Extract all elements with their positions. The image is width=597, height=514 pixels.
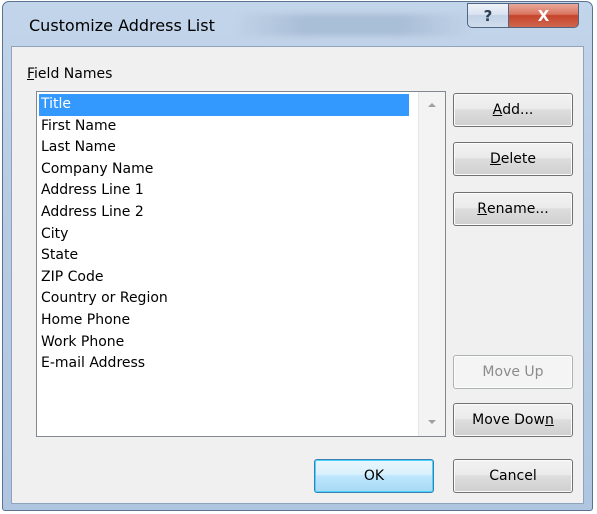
list-item[interactable]: Address Line 2 xyxy=(39,202,409,224)
field-names-listbox[interactable]: Title First Name Last Name Company Name … xyxy=(36,91,446,437)
rename-button[interactable]: Rename... xyxy=(453,192,573,226)
list-item[interactable]: Work Phone xyxy=(39,332,409,354)
move-down-label: Move Dow xyxy=(472,412,545,428)
field-names-label-mnemonic: F xyxy=(27,66,35,82)
move-up-button[interactable]: Move Up xyxy=(453,355,573,389)
add-button[interactable]: Add... xyxy=(453,93,573,127)
customize-address-list-dialog: Customize Address List ? X Field Names T… xyxy=(2,1,593,511)
cancel-button[interactable]: Cancel xyxy=(453,459,573,493)
title-bar-background xyxy=(233,14,473,36)
field-names-list: Title First Name Last Name Company Name … xyxy=(39,94,409,375)
close-icon: X xyxy=(537,6,550,25)
add-mnemonic: A xyxy=(492,102,503,118)
list-item[interactable]: Company Name xyxy=(39,159,409,181)
rename-mnemonic: R xyxy=(477,201,488,217)
rename-label: ename... xyxy=(487,201,549,217)
move-down-button[interactable]: Move Dow n xyxy=(453,403,573,437)
list-item[interactable]: First Name xyxy=(39,116,409,138)
list-item[interactable]: Address Line 1 xyxy=(39,180,409,202)
scroll-up-arrow-icon[interactable] xyxy=(428,103,436,107)
title-bar[interactable]: Customize Address List ? X xyxy=(3,2,592,46)
add-label: dd... xyxy=(502,102,534,118)
list-item[interactable]: Title xyxy=(39,94,409,116)
list-item[interactable]: Home Phone xyxy=(39,310,409,332)
list-item[interactable]: Country or Region xyxy=(39,288,409,310)
list-item[interactable]: E-mail Address xyxy=(39,353,409,375)
delete-mnemonic: D xyxy=(490,151,501,167)
list-item[interactable]: ZIP Code xyxy=(39,267,409,289)
delete-label: elete xyxy=(500,151,536,167)
move-down-mnemonic: n xyxy=(544,412,554,428)
list-item[interactable]: State xyxy=(39,245,409,267)
ok-button[interactable]: OK xyxy=(314,459,434,493)
dialog-title: Customize Address List xyxy=(29,16,215,35)
delete-button[interactable]: Delete xyxy=(453,142,573,176)
scroll-down-arrow-icon[interactable] xyxy=(428,420,436,424)
list-item[interactable]: City xyxy=(39,224,409,246)
help-button[interactable]: ? xyxy=(467,3,509,28)
vertical-scrollbar[interactable] xyxy=(418,92,445,436)
dialog-body: Field Names Title First Name Last Name C… xyxy=(11,46,584,504)
help-icon: ? xyxy=(483,6,493,25)
close-button[interactable]: X xyxy=(508,3,579,28)
list-item[interactable]: Last Name xyxy=(39,137,409,159)
field-names-label-text: ield Names xyxy=(34,66,113,82)
field-names-label: Field Names xyxy=(27,66,112,82)
